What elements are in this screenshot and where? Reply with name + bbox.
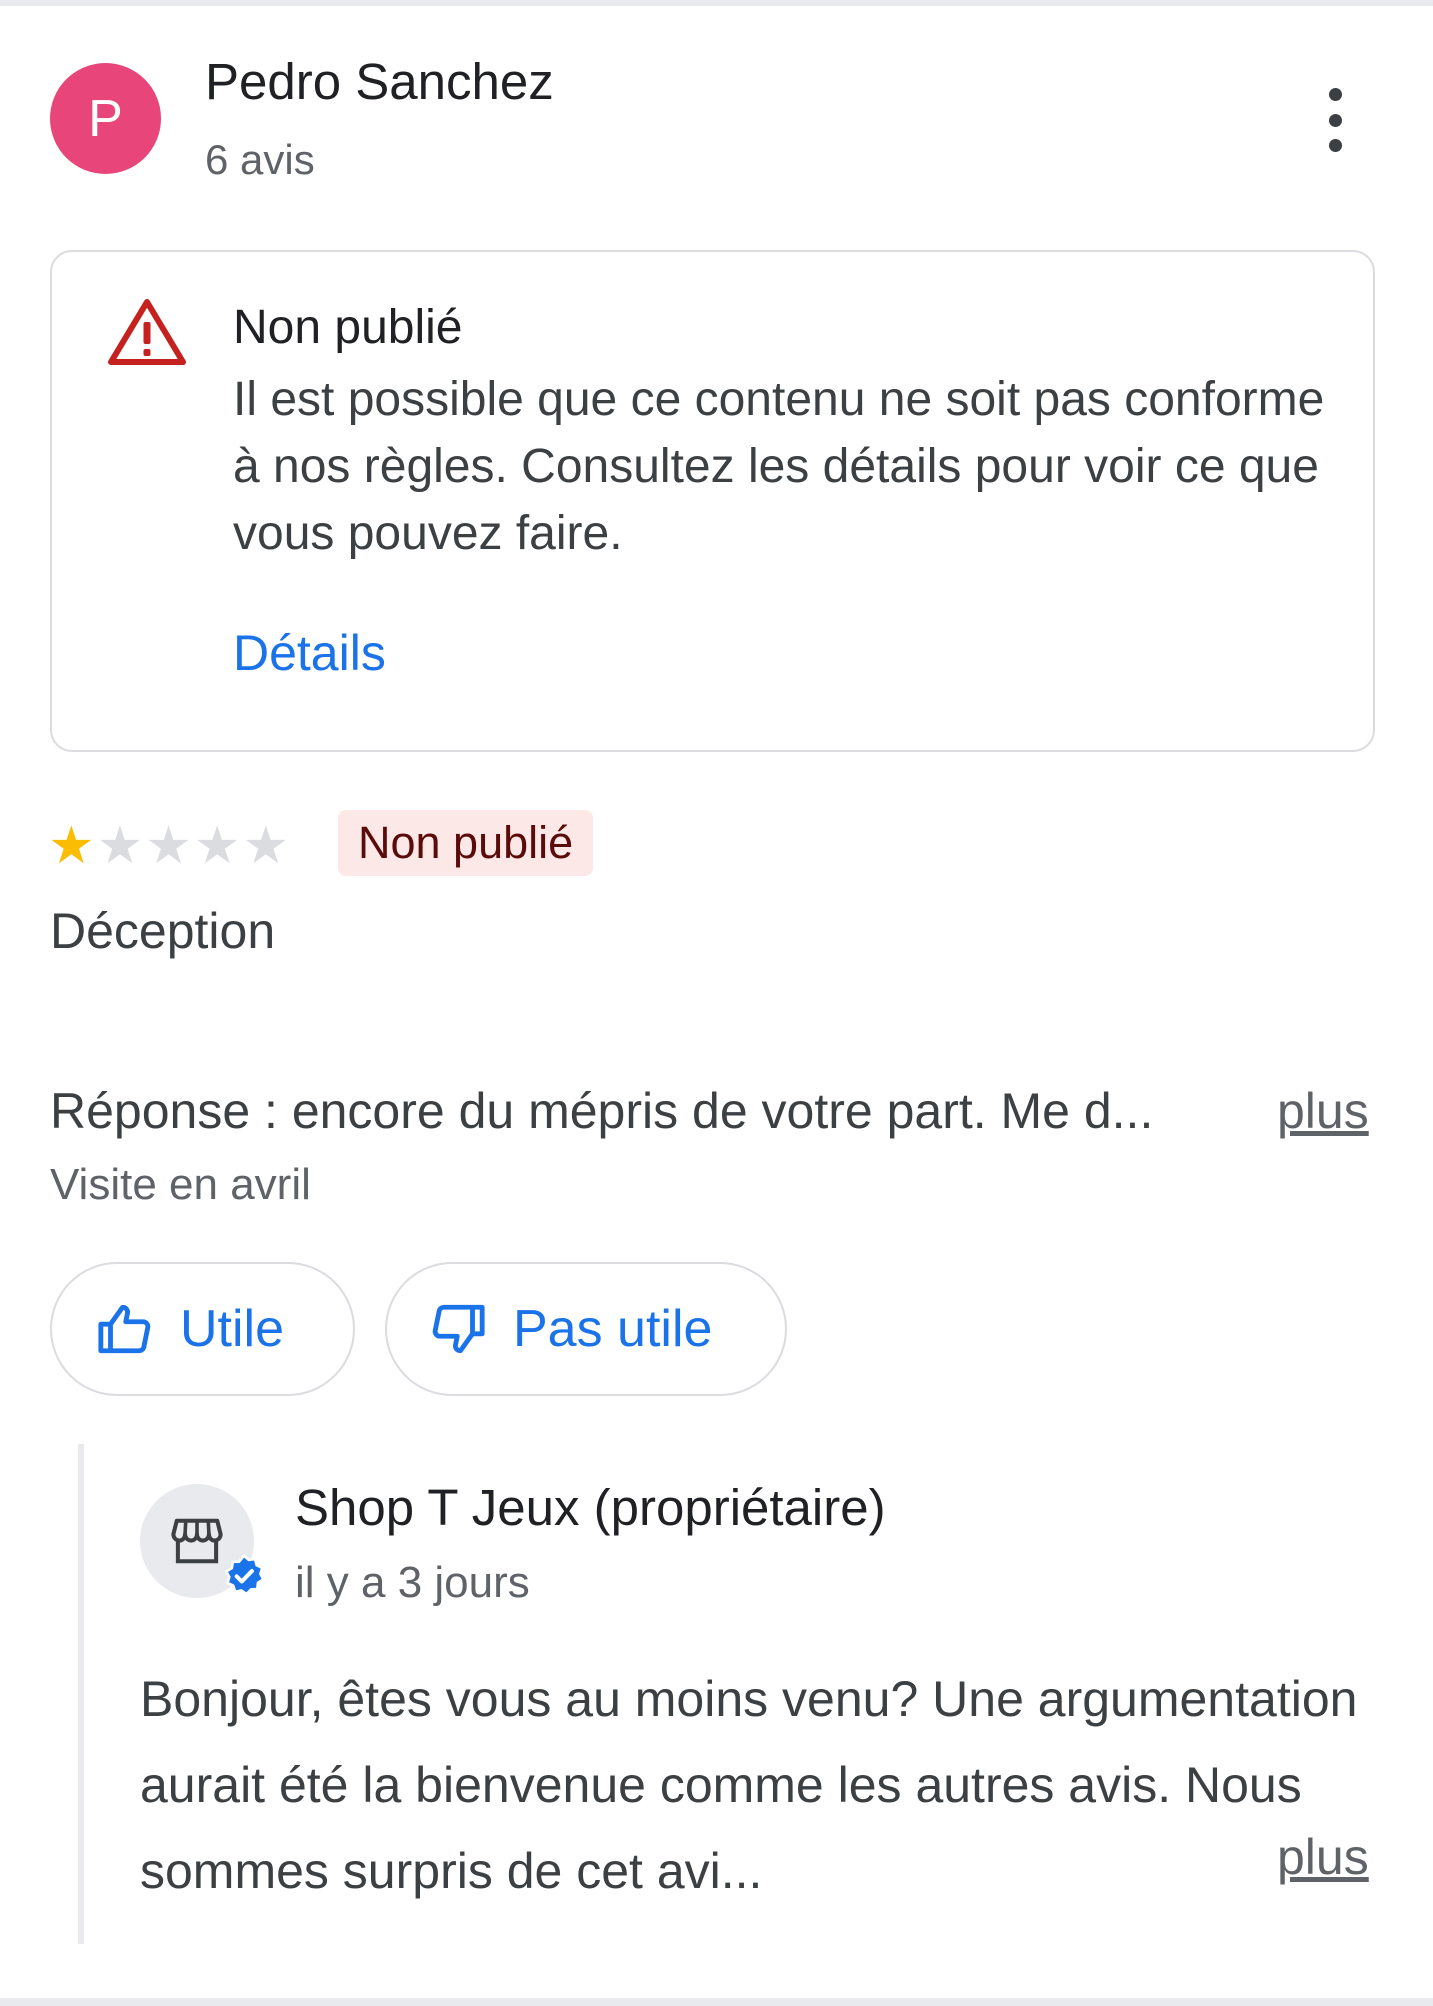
top-divider <box>0 0 1433 6</box>
thumb-up-icon <box>98 1304 151 1354</box>
visit-date: Visite en avril <box>50 1160 311 1209</box>
more-vert-icon[interactable] <box>1310 88 1360 152</box>
owner-reply-text: Bonjour, êtes vous au moins venu? Une ar… <box>140 1671 1358 1899</box>
star-empty-icon: ★ <box>96 817 144 875</box>
reviewer-name[interactable]: Pedro Sanchez <box>205 52 554 111</box>
status-badge: Non publié <box>338 810 594 876</box>
reply-more-link[interactable]: plus <box>1277 1828 1369 1886</box>
thumb-down-icon <box>432 1304 485 1354</box>
notice-body: Il est possible que ce contenu ne soit p… <box>233 373 1325 560</box>
avatar-initial: P <box>88 89 123 148</box>
reply-divider <box>78 1444 84 1944</box>
star-empty-icon: ★ <box>145 817 192 875</box>
star-empty-icon: ★ <box>193 817 241 875</box>
details-link[interactable]: Détails <box>233 624 386 682</box>
verified-check-icon <box>224 1554 265 1596</box>
warning-triangle-icon <box>108 299 186 365</box>
review-text: Réponse : encore du mépris de votre part… <box>50 1083 1154 1139</box>
not-useful-label: Pas utile <box>513 1300 713 1358</box>
review-title: Déception <box>50 903 276 959</box>
star-filled-icon: ★ <box>48 817 95 875</box>
owner-name: Shop T Jeux (propriétaire) <box>295 1479 886 1536</box>
reviewer-review-count: 6 avis <box>205 136 315 183</box>
owner-reply-time: il y a 3 jours <box>295 1558 530 1607</box>
review-more-link[interactable]: plus <box>1277 1082 1369 1140</box>
bottom-divider <box>0 1998 1433 2006</box>
useful-label: Utile <box>180 1300 285 1358</box>
star-empty-icon: ★ <box>242 817 290 875</box>
not-useful-button[interactable]: Pas utile <box>385 1262 787 1396</box>
notice-title: Non publié <box>233 301 463 354</box>
star-rating: ★ ★ ★ ★ ★ <box>48 820 289 872</box>
avatar[interactable]: P <box>50 63 161 174</box>
useful-button[interactable]: Utile <box>50 1262 355 1396</box>
